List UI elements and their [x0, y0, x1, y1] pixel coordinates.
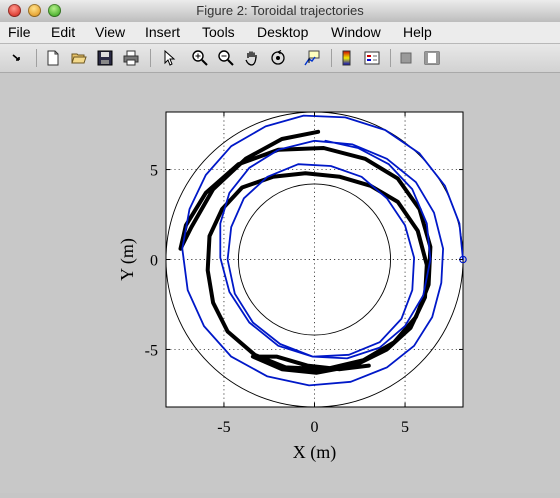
menu-insert[interactable]: Insert — [145, 24, 180, 40]
open-icon[interactable] — [70, 49, 88, 67]
toolbar-separator — [331, 49, 332, 67]
menu-view[interactable]: View — [95, 24, 125, 40]
menu-file[interactable]: File — [8, 24, 31, 40]
rotate-icon[interactable] — [269, 49, 287, 67]
print-icon[interactable] — [122, 49, 140, 67]
figure-window: Figure 2: Toroidal trajectories File Edi… — [0, 0, 560, 493]
y-tick-label: 5 — [150, 163, 158, 180]
x-tick-label: -5 — [217, 419, 230, 436]
zoom-out-icon[interactable] — [217, 49, 235, 67]
new-figure-icon[interactable] — [44, 49, 62, 67]
menu-window[interactable]: Window — [331, 24, 381, 40]
zoom-in-icon[interactable] — [191, 49, 209, 67]
toolbar-separator — [150, 49, 151, 67]
figure-toolbar — [0, 44, 560, 73]
y-tick-label: -5 — [145, 342, 158, 359]
arrow-icon[interactable] — [8, 49, 26, 67]
title-bar[interactable]: Figure 2: Toroidal trajectories — [0, 0, 560, 23]
data-cursor-icon[interactable] — [303, 49, 321, 67]
legend-icon[interactable] — [363, 49, 381, 67]
toolbar-separator — [390, 49, 391, 67]
y-tick-label: 0 — [150, 253, 158, 270]
select-icon[interactable] — [160, 49, 178, 67]
toolbar-separator — [36, 49, 37, 67]
window-title: Figure 2: Toroidal trajectories — [196, 3, 364, 18]
pan-icon[interactable] — [243, 49, 261, 67]
menu-bar: File Edit View Insert Tools Desktop Wind… — [0, 22, 560, 44]
colorbar-icon[interactable] — [338, 49, 356, 67]
hide-plot-tools-icon[interactable] — [397, 49, 415, 67]
x-axis-label: X (m) — [293, 442, 337, 463]
axes[interactable]: -5 0 5 5 0 -5 X (m) Y (m) — [0, 73, 560, 493]
save-icon[interactable] — [96, 49, 114, 67]
y-axis-label: Y (m) — [117, 238, 138, 281]
menu-edit[interactable]: Edit — [51, 24, 75, 40]
x-tick-label: 0 — [311, 419, 319, 436]
figure-canvas: -5 0 5 5 0 -5 X (m) Y (m) — [0, 73, 560, 493]
x-tick-label: 5 — [401, 419, 409, 436]
menu-tools[interactable]: Tools — [202, 24, 235, 40]
menu-desktop[interactable]: Desktop — [257, 24, 308, 40]
show-plot-tools-icon[interactable] — [423, 49, 441, 67]
menu-help[interactable]: Help — [403, 24, 432, 40]
